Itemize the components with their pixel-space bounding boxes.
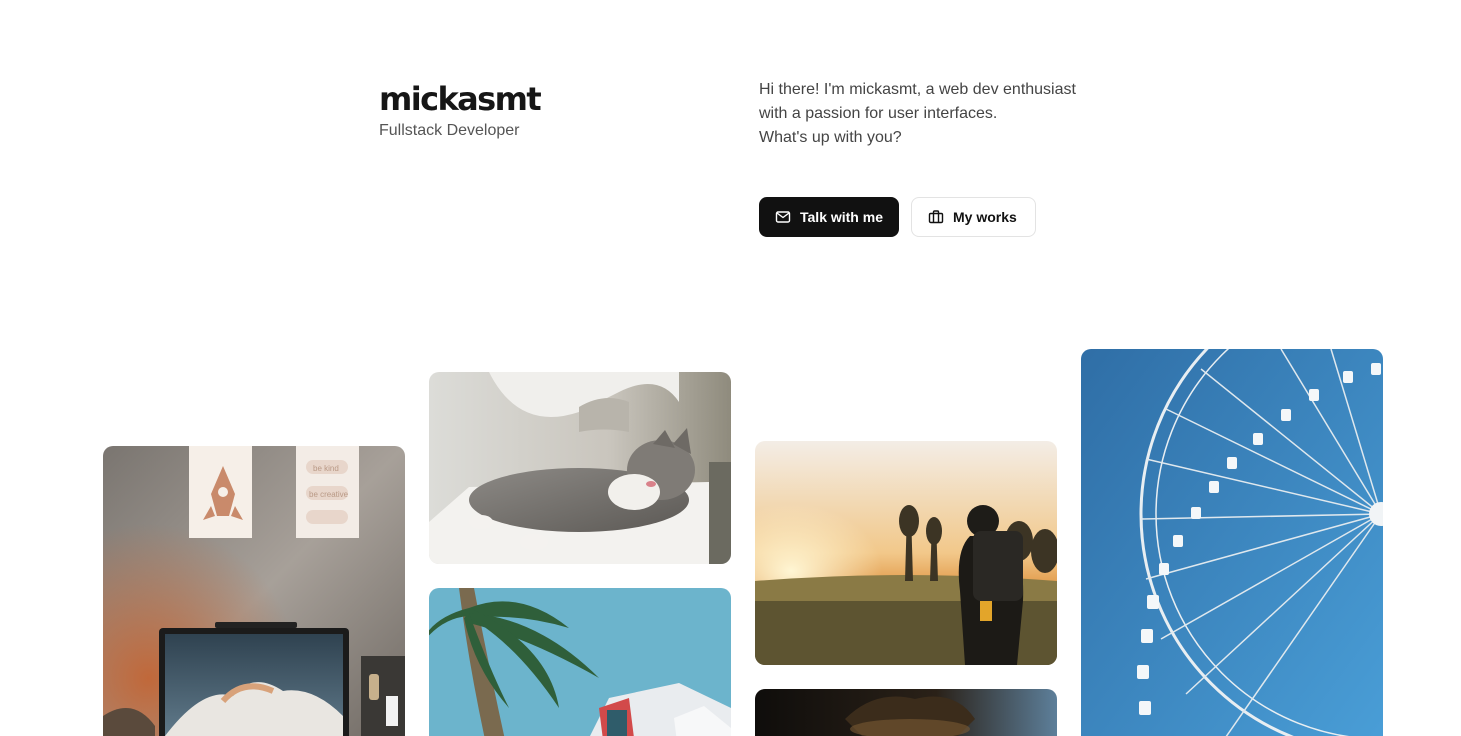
palm-tree-building-photo: [429, 588, 731, 736]
talk-with-me-button[interactable]: Talk with me: [759, 197, 899, 237]
talk-with-me-label: Talk with me: [800, 209, 883, 225]
my-works-label: My works: [953, 209, 1017, 225]
poster-text: be kind: [313, 464, 339, 473]
sleeping-cat-photo: [429, 372, 731, 564]
ferris-wheel-photo: [1081, 349, 1383, 736]
site-owner-name: mickasmt: [379, 80, 542, 118]
mail-icon: [775, 211, 791, 223]
hiker-sunset-photo: [755, 441, 1057, 665]
intro-line: with a passion for user interfaces.: [759, 105, 998, 122]
workspace-desk-photo: be kind be creative: [103, 446, 405, 736]
portfolio-page: mickasmt Fullstack Developer Hi there! I…: [0, 0, 1461, 736]
intro-line: What's up with you?: [759, 129, 902, 146]
intro-text: Hi there! I'm mickasmt, a web dev enthus…: [759, 78, 1179, 150]
intro-line: Hi there! I'm mickasmt, a web dev enthus…: [759, 81, 1076, 98]
my-works-button[interactable]: My works: [911, 197, 1036, 237]
dark-lamp-photo: [755, 689, 1057, 736]
briefcase-icon: [928, 210, 944, 224]
job-title: Fullstack Developer: [379, 122, 520, 139]
poster-text: be creative: [309, 490, 349, 499]
